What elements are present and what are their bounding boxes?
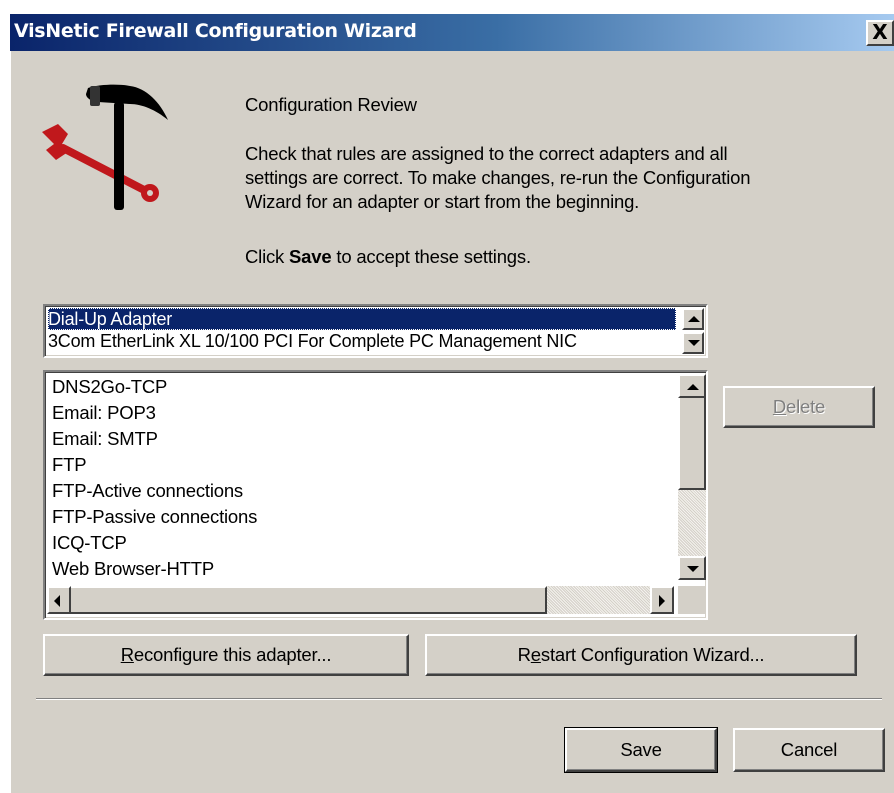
list-item[interactable]: Email: SMTP — [52, 426, 158, 452]
adapter-scroll-up-button[interactable] — [682, 308, 704, 330]
adapter-scroll-down-button[interactable] — [682, 332, 704, 354]
arrow-up-icon — [688, 316, 700, 322]
rules-vscroll-thumb[interactable] — [678, 396, 706, 490]
rules-scroll-left-button[interactable] — [47, 586, 71, 614]
hammer-and-wrench-icon — [42, 84, 168, 210]
rules-scroll-down-button[interactable] — [678, 556, 706, 580]
instruction-save-keyword: Save — [289, 246, 332, 267]
restart-wizard-button[interactable]: Restart Configuration Wizard... — [425, 634, 857, 676]
arrow-right-icon — [659, 595, 665, 607]
description-line: Wizard for an adapter or start from the … — [245, 191, 640, 212]
list-item[interactable]: Web Browser-HTTP — [52, 556, 214, 582]
close-button[interactable]: X — [866, 20, 894, 46]
list-item[interactable]: DNS2Go-TCP — [52, 374, 167, 400]
list-item[interactable]: Email: POP3 — [52, 400, 156, 426]
separator — [36, 698, 882, 700]
rules-scroll-up-button[interactable] — [678, 374, 706, 398]
save-button[interactable]: Save — [564, 727, 718, 773]
description-line: settings are correct. To make changes, r… — [245, 167, 751, 188]
rules-scroll-right-button[interactable] — [650, 586, 674, 614]
list-item[interactable]: ICQ-TCP — [52, 530, 127, 556]
rules-list[interactable]: DNS2Go-TCP Email: POP3 Email: SMTP FTP F… — [43, 370, 708, 620]
page-heading: Configuration Review — [245, 94, 417, 115]
description-line: Check that rules are assigned to the cor… — [245, 143, 728, 164]
adapter-item-3com[interactable]: 3Com EtherLink XL 10/100 PCI For Complet… — [48, 330, 676, 352]
window-title: VisNetic Firewall Configuration Wizard — [14, 20, 417, 42]
arrow-down-icon — [688, 340, 700, 346]
description: Check that rules are assigned to the cor… — [245, 142, 865, 214]
adapter-list[interactable]: Dial-Up Adapter 3Com EtherLink XL 10/100… — [43, 304, 708, 358]
wrench-icon — [42, 124, 159, 202]
adapter-item-dial-up[interactable]: Dial-Up Adapter — [48, 308, 676, 330]
list-item[interactable]: FTP-Active connections — [52, 478, 243, 504]
list-item[interactable]: FTP — [52, 452, 87, 478]
arrow-left-icon — [54, 595, 60, 607]
scrollbar-corner — [678, 586, 706, 614]
close-icon: X — [872, 20, 888, 44]
rules-hscroll-thumb[interactable] — [69, 586, 547, 614]
delete-button[interactable]: Delete — [723, 386, 875, 428]
arrow-up-icon — [687, 384, 699, 390]
arrow-down-icon — [687, 566, 699, 572]
list-item[interactable]: FTP-Passive connections — [52, 504, 257, 530]
reconfigure-adapter-button[interactable]: Reconfigure this adapter... — [43, 634, 409, 676]
cancel-button[interactable]: Cancel — [733, 728, 885, 772]
instruction-text: Click Save to accept these settings. — [245, 246, 531, 267]
